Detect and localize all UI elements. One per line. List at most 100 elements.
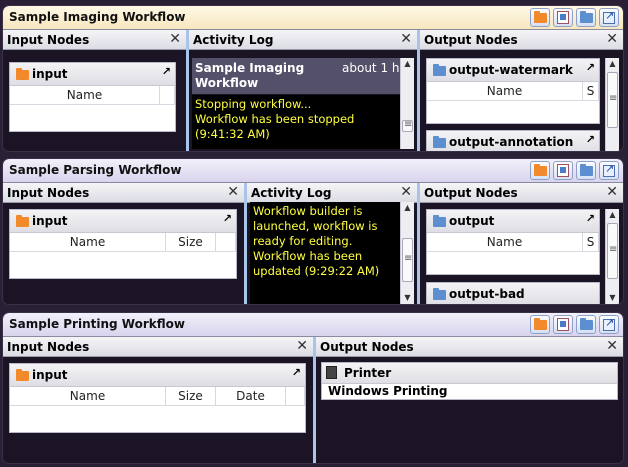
column-header-size[interactable]: Size [166, 387, 216, 405]
output-node[interactable]: output ↗ Name S [426, 209, 600, 275]
node-columns: Name Size [10, 233, 236, 252]
book-icon [557, 164, 569, 177]
close-icon[interactable]: ✕ [400, 31, 412, 47]
blue-folder-icon [433, 64, 446, 76]
expand-arrow-icon[interactable]: ↗ [586, 133, 595, 146]
output-nodes-panel: Output Nodes ✕ output-watermark ↗ Name S… [420, 30, 623, 151]
activity-log-text: Workflow builder is launched, workflow i… [250, 202, 400, 304]
open-folder-button[interactable] [530, 315, 550, 334]
log-scrollbar[interactable]: ▲ ▼ [400, 202, 414, 304]
blue-folder-icon [433, 215, 446, 227]
printer-label: Printer [344, 366, 392, 380]
output-node[interactable]: output-bad [426, 282, 600, 304]
close-icon[interactable]: ✕ [296, 338, 308, 354]
scroll-thumb[interactable] [607, 223, 618, 279]
output-nodes-panel: Output Nodes ✕ Printer Windows Printing [316, 337, 623, 463]
input-node[interactable]: input ↗ Name Size [9, 209, 237, 279]
output-folder-button[interactable] [576, 8, 596, 27]
column-header-blank [286, 387, 305, 405]
workflow-printing: Sample Printing Workflow Input Nodes ✕ i… [2, 312, 624, 464]
panel-header: Output Nodes ✕ [316, 337, 623, 357]
output-folder-button[interactable] [576, 315, 596, 334]
expand-arrow-icon[interactable]: ↗ [223, 212, 232, 225]
node-columns: Name S [427, 233, 599, 252]
close-icon[interactable]: ✕ [606, 31, 618, 47]
column-header-name[interactable]: Name [10, 387, 166, 405]
panel-header: Output Nodes ✕ [420, 183, 623, 203]
column-header-size[interactable]: Size [166, 233, 216, 251]
workflow-title: Sample Printing Workflow [9, 317, 185, 331]
close-icon[interactable]: ✕ [606, 338, 618, 354]
panel-header: Input Nodes ✕ [3, 337, 313, 357]
log-book-button[interactable] [553, 161, 573, 180]
input-node[interactable]: input ↗ Name [9, 62, 176, 132]
log-book-button[interactable] [553, 8, 573, 27]
close-icon[interactable]: ✕ [227, 184, 239, 200]
node-header: output ↗ [427, 210, 599, 233]
activity-log-panel: Activity Log ✕ Sample Imaging Workflow a… [189, 30, 417, 151]
panel-title: Input Nodes [7, 33, 90, 47]
node-header: output-watermark ↗ [427, 59, 599, 82]
panel-title: Activity Log [193, 33, 274, 47]
scroll-down-icon[interactable]: ▼ [606, 292, 619, 304]
scroll-thumb[interactable] [402, 238, 413, 282]
log-book-button[interactable] [553, 315, 573, 334]
printer-node[interactable]: Printer Windows Printing [321, 362, 618, 400]
expand-arrow-icon[interactable]: ↗ [586, 212, 595, 225]
blue-folder-icon [433, 288, 446, 300]
column-header-size[interactable]: S [583, 233, 599, 251]
output-folder-button[interactable] [576, 161, 596, 180]
node-name: output-bad [449, 287, 525, 301]
orange-folder-icon [16, 215, 29, 227]
column-header-date[interactable]: Date [216, 387, 286, 405]
column-header-blank [160, 86, 175, 104]
export-button[interactable] [599, 315, 619, 334]
orange-folder-icon [533, 10, 547, 23]
scroll-thumb[interactable] [402, 119, 413, 132]
input-nodes-panel: Input Nodes ✕ input ↗ Name [3, 30, 186, 151]
expand-arrow-icon[interactable]: ↗ [162, 65, 171, 78]
node-name: input [32, 67, 68, 81]
scroll-up-icon[interactable]: ▲ [401, 58, 414, 70]
workflow-header: Sample Imaging Workflow [3, 6, 623, 30]
expand-arrow-icon[interactable]: ↗ [586, 61, 595, 74]
column-header-size[interactable]: S [583, 82, 599, 100]
open-folder-button[interactable] [530, 8, 550, 27]
node-columns: Name [10, 86, 175, 105]
scroll-down-icon[interactable]: ▼ [401, 292, 414, 304]
output-scrollbar[interactable]: ▲ ▼ [605, 209, 619, 304]
log-line: Workflow has been stopped (9:41:32 AM) [195, 112, 355, 141]
scroll-up-icon[interactable]: ▲ [401, 202, 414, 214]
log-entry-title: Sample Imaging Workflow [195, 61, 305, 90]
scroll-thumb[interactable] [607, 72, 618, 128]
log-scrollbar[interactable]: ▲ [400, 58, 414, 149]
blue-folder-icon [579, 163, 593, 176]
scroll-up-icon[interactable]: ▲ [606, 209, 619, 221]
close-icon[interactable]: ✕ [606, 184, 618, 200]
printer-icon [326, 366, 337, 379]
close-icon[interactable]: ✕ [169, 31, 181, 47]
export-button[interactable] [599, 161, 619, 180]
column-header-name[interactable]: Name [10, 86, 160, 104]
node-header: input ↗ [10, 63, 175, 86]
column-header-name[interactable]: Name [10, 233, 166, 251]
output-scrollbar[interactable]: ▲ [605, 58, 619, 151]
workflow-toolbar [530, 8, 619, 27]
input-nodes-panel: Input Nodes ✕ input ↗ Name Size Date [3, 337, 313, 463]
open-folder-button[interactable] [530, 161, 550, 180]
export-button[interactable] [599, 8, 619, 27]
column-header-name[interactable]: Name [427, 233, 583, 251]
column-header-name[interactable]: Name [427, 82, 583, 100]
log-entry-header: Sample Imaging Workflow about 1 hou [192, 58, 414, 94]
workflow-title: Sample Parsing Workflow [9, 163, 182, 177]
output-node[interactable]: output-annotation ↗ [426, 130, 600, 151]
output-node[interactable]: output-watermark ↗ Name S [426, 58, 600, 124]
log-line: Workflow builder is launched, workflow i… [253, 204, 378, 248]
close-icon[interactable]: ✕ [400, 184, 412, 200]
activity-log-panel: Activity Log ✕ Workflow builder is launc… [247, 183, 417, 304]
node-header: output-annotation ↗ [427, 131, 599, 151]
panel-header: Activity Log ✕ [247, 183, 417, 203]
scroll-up-icon[interactable]: ▲ [606, 58, 619, 70]
input-node[interactable]: input ↗ Name Size Date [9, 363, 306, 433]
expand-arrow-icon[interactable]: ↗ [292, 366, 301, 379]
